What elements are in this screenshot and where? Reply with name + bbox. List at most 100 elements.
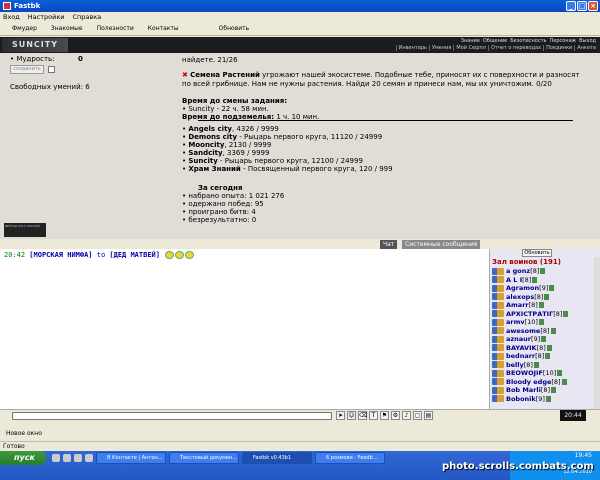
nav-skills[interactable]: Умения [428,45,451,51]
save-checkbox[interactable] [48,66,55,73]
warrior-item[interactable]: Bloody edge [8] [492,378,568,387]
info-icon[interactable] [545,353,551,360]
toolbar-utilities[interactable]: Полезности [97,25,134,32]
minimize-button[interactable]: _ [566,1,576,11]
warrior-name[interactable]: alexops [506,293,534,301]
warrior-item[interactable]: A L I [8] [492,276,568,285]
nav-profile[interactable]: Анкета [574,45,596,51]
counter-banner[interactable]: ВЕРТЬИ 2421 ОНЛАЙН [4,223,46,237]
send-icon[interactable]: ➤ [336,411,345,420]
warrior-name[interactable]: Agramon [506,284,539,292]
filter-icon[interactable]: ⚑ [380,411,389,420]
chat-nick[interactable]: [МОРСКАЯ НИМФА] [29,251,92,259]
task-text-document[interactable]: Текстовый докумен... [169,452,239,464]
warrior-item[interactable]: bednarr [8] [492,352,568,361]
maximize-button[interactable]: □ [577,1,587,11]
window-icon[interactable]: ▢ [413,411,422,420]
nav-transfer-report[interactable]: Отчет о переводах [487,45,541,51]
info-icon[interactable] [561,378,567,385]
warrior-name[interactable]: aznaur [506,335,531,343]
warrior-name[interactable]: Bobonik [506,395,536,403]
folder-icon[interactable]: ▤ [424,411,433,420]
info-icon[interactable] [549,285,555,292]
nav-inventory[interactable]: Инвентарь [395,45,427,51]
chat-input[interactable] [12,412,332,420]
toolbar-fmuder[interactable]: Фмудер [12,25,37,32]
quicklaunch-icon[interactable] [85,454,93,462]
nav-duels[interactable]: Поединки [543,45,572,51]
warrior-name[interactable]: BAYAVIK [506,344,537,352]
toolbar-friends[interactable]: Знакомые [51,25,83,32]
menu-settings[interactable]: Настройки [28,13,65,21]
warrior-name[interactable]: Amarr [506,301,529,309]
translit-icon[interactable]: T [369,411,378,420]
info-icon[interactable] [538,302,544,309]
warrior-name[interactable]: BEOWOJIF [506,369,543,377]
tray-clock[interactable]: 19:45 [575,452,592,459]
info-icon[interactable] [550,327,556,334]
warrior-item[interactable]: BAYAVIK [8] [492,344,568,353]
info-icon[interactable] [563,310,569,317]
info-icon[interactable] [540,268,546,275]
menu-login[interactable]: Вход [3,13,20,21]
warriors-scrollbar[interactable] [594,257,600,409]
warrior-name[interactable]: bednarr [506,352,535,360]
warrior-name[interactable]: a gonz [506,267,530,275]
tab-chat[interactable]: Чат [380,240,398,249]
info-icon[interactable] [541,336,547,343]
warrior-item[interactable]: BEOWOJIF [10] [492,369,568,378]
task-feedback[interactable]: 6 розмови - Feedb... [315,452,385,464]
window-titlebar[interactable]: Fastbk _ □ × [0,0,600,12]
quicklaunch-icon[interactable] [74,454,82,462]
nav-surplus[interactable]: Мой Сюрпл [453,45,486,51]
info-icon[interactable] [533,361,539,368]
nav-knowledge[interactable]: Знание [461,38,480,44]
info-icon[interactable] [545,395,551,402]
task-fastbk[interactable]: Fastbk v0.43b1 [242,452,312,464]
nav-exit[interactable]: Выход [579,38,596,44]
info-icon[interactable] [532,276,538,283]
settings-icon[interactable]: ⚙ [391,411,400,420]
info-icon[interactable] [557,370,563,377]
info-icon[interactable] [551,387,557,394]
chat-target[interactable]: [ДЕД МАТВЕЙ] [109,251,160,259]
info-icon[interactable] [544,293,550,300]
info-icon[interactable] [546,344,552,351]
warrior-name[interactable]: awesome [506,327,540,335]
toolbar-contacts[interactable]: Контакты [148,25,179,32]
nav-character[interactable]: Персонаж [549,38,576,44]
new-window-label[interactable]: Новое окно [6,430,42,437]
warrior-name[interactable]: belly [506,361,524,369]
warrior-item[interactable]: alexops [8] [492,293,568,302]
warrior-item[interactable]: Bob Marli [8] [492,386,568,395]
sound-icon[interactable]: ♪ [402,411,411,420]
refresh-button[interactable]: Обновить [522,249,552,257]
menu-help[interactable]: Справка [73,13,102,21]
warrior-name[interactable]: Bob Marli [506,386,541,394]
warrior-item[interactable]: belly [8] [492,361,568,370]
save-button[interactable]: сохранить [10,65,44,74]
task-vkontakte[interactable]: В Контакте | Антон... [96,452,166,464]
tab-system-messages[interactable]: Системные сообщения [402,240,481,249]
chat-area[interactable]: 20:42 [МОРСКАЯ НИМФА] to [ДЕД МАТВЕЙ] [0,249,490,409]
warrior-name[interactable]: АРХІСТРАТІГ [506,310,553,318]
clear-icon[interactable]: ⌫ [358,411,367,420]
start-button[interactable]: пуск [0,451,46,465]
warrior-item[interactable]: Bobonik [9] [492,395,568,404]
quicklaunch-icon[interactable] [52,454,60,462]
warrior-name[interactable]: armv [506,318,525,326]
warrior-item[interactable]: aznaur [9] [492,335,568,344]
toolbar-refresh[interactable]: Обновить [219,25,249,32]
chat-time[interactable]: 20:42 [4,251,25,259]
warrior-item[interactable]: АРХІСТРАТІГ [8] [492,310,569,319]
warrior-item[interactable]: Amarr [8] [492,301,568,310]
warrior-name[interactable]: Bloody edge [506,378,551,386]
warrior-item[interactable]: a gonz [8] [492,267,568,276]
nav-security[interactable]: Безопасность [510,38,546,44]
quicklaunch-icon[interactable] [63,454,71,462]
smiles-icon[interactable]: ☺ [347,411,356,420]
warrior-name[interactable]: A L I [506,276,522,284]
warrior-item[interactable]: awesome [8] [492,327,568,336]
warrior-item[interactable]: Agramon [9] [492,284,568,293]
warrior-item[interactable]: armv [10] [492,318,568,327]
